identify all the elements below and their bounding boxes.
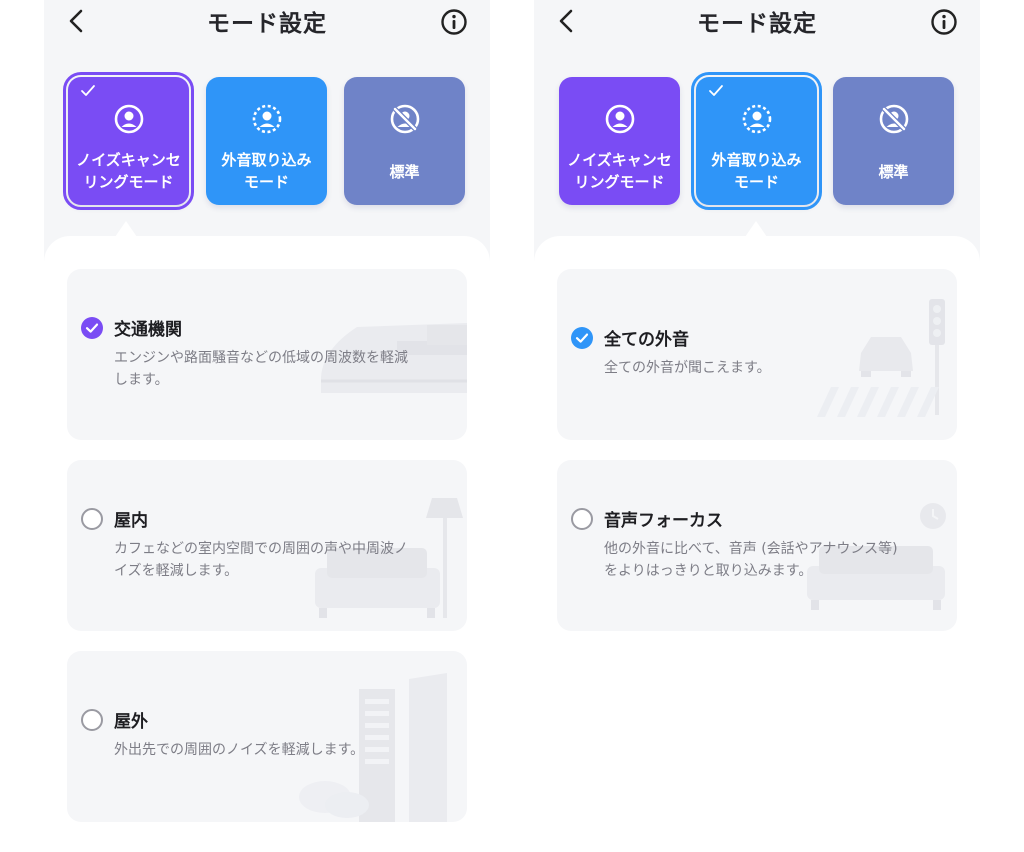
- info-icon: [931, 9, 957, 35]
- header: モード設定: [534, 0, 980, 44]
- radio-checked[interactable]: [81, 317, 103, 339]
- option-title: 音声フォーカス: [604, 511, 723, 531]
- mode-card-noise-cancelling[interactable]: ノイズキャンセ リングモード: [559, 77, 680, 205]
- person-focus-icon: [605, 104, 635, 134]
- info-button[interactable]: [930, 8, 958, 36]
- option-description: カフェなどの室内空間での周囲の声や中周波ノ イズを軽減します。: [114, 541, 408, 579]
- option-transportation[interactable]: 交通機関 エンジンや路面騒音などの低域の周波数を軽減 します。: [67, 269, 467, 440]
- radio-checked[interactable]: [571, 327, 593, 349]
- selection-pointer: [115, 221, 137, 237]
- mode-label: ノイズキャンセ リングモード: [76, 151, 181, 191]
- page-title: モード設定: [697, 11, 817, 37]
- header: モード設定: [44, 0, 490, 44]
- person-off-icon: [879, 104, 909, 134]
- check-circle-icon: [571, 327, 593, 349]
- screen-noise-cancelling: モード設定 ノイズキャンセ リングモード 外音取り込み モード 標準 交通機関 …: [44, 0, 490, 852]
- option-all-ambient[interactable]: 全ての外音 全ての外音が聞こえます。: [557, 269, 957, 440]
- person-focus-icon: [114, 104, 144, 134]
- option-title: 屋内: [114, 511, 148, 531]
- option-title: 交通機関: [114, 320, 182, 340]
- mode-label: 外音取り込み モード: [711, 151, 802, 191]
- info-icon: [441, 9, 467, 35]
- mode-card-standard[interactable]: 標準: [833, 77, 954, 205]
- radio-unchecked[interactable]: [81, 709, 103, 731]
- option-title: 屋外: [114, 712, 148, 732]
- mode-card-ambient[interactable]: 外音取り込み モード: [691, 72, 822, 210]
- radio-unchecked[interactable]: [81, 508, 103, 530]
- check-circle-icon: [81, 317, 103, 339]
- page-title: モード設定: [207, 11, 327, 37]
- mode-card-noise-cancelling[interactable]: ノイズキャンセ リングモード: [63, 72, 194, 210]
- check-icon: [81, 85, 95, 96]
- screen-ambient: モード設定 ノイズキャンセ リングモード 外音取り込み モード 標準 全ての外音…: [534, 0, 980, 852]
- mode-label: ノイズキャンセ リングモード: [567, 151, 672, 191]
- option-outdoor[interactable]: 屋外 外出先での周囲のノイズを軽減します。: [67, 651, 467, 822]
- mode-label: 標準: [389, 163, 420, 181]
- check-icon: [709, 85, 723, 96]
- option-description: 外出先での周囲のノイズを軽減します。: [114, 742, 365, 758]
- person-ambient-icon: [742, 104, 772, 134]
- person-ambient-icon: [252, 104, 282, 134]
- radio-unchecked[interactable]: [571, 508, 593, 530]
- option-description: エンジンや路面騒音などの低域の周波数を軽減 します。: [114, 350, 408, 388]
- option-description: 全ての外音が聞こえます。: [604, 360, 771, 376]
- mode-card-ambient[interactable]: 外音取り込み モード: [206, 77, 327, 205]
- person-off-icon: [390, 104, 420, 134]
- option-indoor[interactable]: 屋内 カフェなどの室内空間での周囲の声や中周波ノ イズを軽減します。: [67, 460, 467, 631]
- mode-card-standard[interactable]: 標準: [344, 77, 465, 205]
- info-button[interactable]: [440, 8, 468, 36]
- option-voice-focus[interactable]: 音声フォーカス 他の外音に比べて、音声 (会話やアナウンス等) をよりはっきりと…: [557, 460, 957, 631]
- option-description: 他の外音に比べて、音声 (会話やアナウンス等) をよりはっきりと取り込みます。: [604, 541, 898, 579]
- mode-label: 標準: [878, 163, 909, 181]
- selection-pointer: [745, 221, 767, 237]
- option-title: 全ての外音: [604, 330, 689, 350]
- mode-label: 外音取り込み モード: [221, 151, 312, 191]
